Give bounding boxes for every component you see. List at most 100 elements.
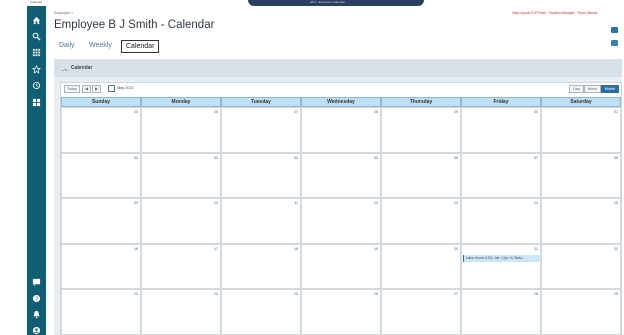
layout-panel-icon[interactable]	[611, 40, 618, 46]
day-cell[interactable]: 15	[541, 198, 621, 244]
top-bar-title: ATG - Employee Calendar	[310, 0, 345, 4]
prev-month-button[interactable]: ◀	[82, 85, 91, 93]
day-cell[interactable]: 17	[141, 243, 221, 289]
apps-grid-icon[interactable]	[30, 46, 43, 59]
day-cell[interactable]: 26	[301, 289, 381, 335]
star-icon[interactable]	[30, 63, 43, 76]
next-month-button[interactable]: ▶	[92, 85, 101, 93]
day-cell[interactable]: 25	[61, 107, 141, 153]
day-number: 22	[614, 246, 618, 251]
day-cell[interactable]: 14	[461, 198, 541, 244]
day-cell[interactable]: 10	[141, 198, 221, 244]
day-cell[interactable]: 29	[541, 289, 621, 335]
day-cell[interactable]: 29	[381, 107, 461, 153]
calendar-event[interactable]: Labor Hours: 8.00 | Job: | Opr: 0 | Stat…	[463, 254, 541, 262]
tab-daily[interactable]: Daily	[59, 42, 75, 49]
day-number: 26	[374, 292, 378, 296]
top-bar-user-links[interactable]: https://quick.EXPTeam · System Manager ·…	[512, 11, 597, 15]
today-button[interactable]: Today	[64, 85, 80, 93]
history-icon[interactable]	[30, 79, 43, 92]
day-number: 04	[294, 155, 298, 160]
sidebar: ?	[27, 6, 46, 335]
day-cell[interactable]: 27	[381, 289, 461, 335]
day-cell[interactable]: 24	[141, 289, 221, 335]
week-row: 16 17 18 19 20 21 Labor Hours: 8.00 | Jo…	[61, 243, 621, 289]
day-cell[interactable]: 26	[141, 107, 221, 153]
day-cell[interactable]: 25	[221, 289, 301, 335]
weekday-header-row: Sunday Monday Tuesday Wednesday Thursday…	[61, 97, 621, 107]
day-cell[interactable]: 21 Labor Hours: 8.00 | Job: | Opr: 0 | S…	[461, 243, 541, 289]
day-number: 25	[134, 110, 138, 114]
dashboard-icon[interactable]	[30, 96, 43, 109]
day-cell[interactable]: 13	[381, 198, 461, 244]
week-row: 25 26 27 28 29 30 01	[61, 107, 621, 153]
day-number: 29	[454, 110, 458, 114]
chevron-up-icon[interactable]: ︿	[62, 64, 68, 73]
day-cell[interactable]: 30	[461, 107, 541, 153]
day-number: 26	[214, 110, 218, 114]
user-profile-icon[interactable]	[30, 324, 43, 335]
chat-icon[interactable]	[30, 276, 43, 289]
day-view-button[interactable]: Day	[569, 85, 584, 93]
month-label: May 2021	[117, 86, 134, 90]
day-number: 29	[614, 292, 618, 296]
calendar-picker-icon[interactable]	[108, 85, 115, 92]
day-cell[interactable]: 20	[381, 243, 461, 289]
day-number: 28	[374, 110, 378, 114]
day-number: 11	[294, 201, 298, 205]
weekday-header: Tuesday	[221, 97, 301, 107]
weekday-header: Wednesday	[301, 97, 381, 107]
notification-bell-icon[interactable]	[30, 308, 43, 321]
day-number: 08	[614, 155, 618, 160]
day-number: 27	[294, 110, 298, 114]
day-number: 02	[134, 155, 138, 160]
day-cell[interactable]: 03	[141, 152, 221, 198]
day-cell[interactable]: 16	[61, 243, 141, 289]
day-number: 21	[534, 246, 538, 251]
day-number: 30	[534, 110, 538, 114]
day-cell[interactable]: 23	[61, 289, 141, 335]
breadcrumb[interactable]: Employee >	[54, 11, 73, 15]
day-number: 17	[214, 246, 218, 251]
day-number: 16	[134, 246, 138, 251]
day-number: 20	[454, 246, 458, 251]
day-cell[interactable]: 18	[221, 243, 301, 289]
week-row: 02 03 04 05 06 07 08	[61, 152, 621, 198]
day-cell[interactable]: 07	[461, 152, 541, 198]
day-cell[interactable]: 06	[381, 152, 461, 198]
day-cell[interactable]: 04	[221, 152, 301, 198]
day-cell[interactable]: 02	[61, 152, 141, 198]
help-icon[interactable]: ?	[30, 292, 43, 305]
day-number: 19	[374, 246, 378, 251]
day-cell[interactable]: 12	[301, 198, 381, 244]
day-cell[interactable]: 09	[61, 198, 141, 244]
day-number: 12	[374, 201, 378, 205]
day-cell[interactable]: 11	[221, 198, 301, 244]
weekday-header: Friday	[461, 97, 541, 107]
tab-weekly[interactable]: Weekly	[89, 42, 112, 49]
day-cell[interactable]: 27	[221, 107, 301, 153]
day-cell[interactable]: 22	[541, 243, 621, 289]
app-root: Calendar ATG - Employee Calendar https:/…	[0, 0, 624, 335]
day-cell[interactable]: 08	[541, 152, 621, 198]
day-cell[interactable]: 28	[301, 107, 381, 153]
day-number: 05	[374, 155, 378, 160]
day-cell[interactable]: 05	[301, 152, 381, 198]
week-row: 09 10 11 12 13 14 15	[61, 198, 621, 244]
week-row: 23 24 25 26 27 28 29	[61, 289, 621, 335]
home-icon[interactable]	[30, 14, 43, 27]
day-cell[interactable]: 01	[541, 107, 621, 153]
month-view-button[interactable]: Month	[601, 85, 619, 93]
day-number: 18	[294, 246, 298, 251]
save-icon[interactable]	[611, 27, 618, 33]
weekday-header: Sunday	[61, 97, 141, 107]
tab-calendar[interactable]: Calendar	[121, 40, 160, 53]
weekday-header: Saturday	[541, 97, 621, 107]
day-number: 27	[454, 292, 458, 296]
day-cell[interactable]: 19	[301, 243, 381, 289]
day-cell[interactable]: 28	[461, 289, 541, 335]
day-number: 09	[134, 201, 138, 205]
week-view-button[interactable]: Week	[584, 85, 601, 93]
search-icon[interactable]	[30, 30, 43, 43]
calendar-section-header[interactable]: ︿ Calendar	[54, 59, 622, 77]
